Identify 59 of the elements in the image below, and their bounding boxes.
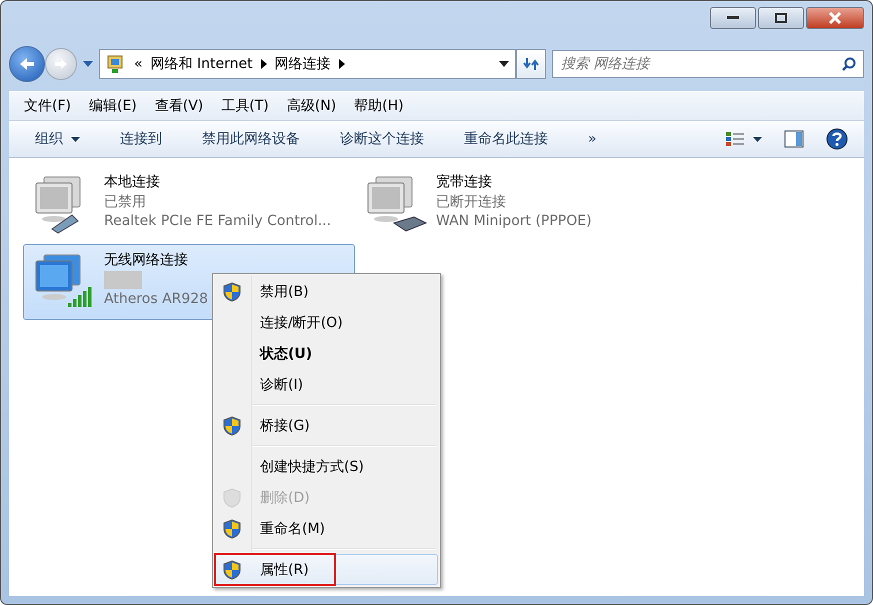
menu-item[interactable]: 高级(N) — [278, 97, 346, 115]
search-field[interactable]: 搜索 网络连接 — [552, 50, 864, 78]
chevron-icon[interactable] — [338, 59, 345, 69]
shield-icon — [223, 518, 241, 538]
minimize-icon — [727, 16, 739, 20]
toolbar-button[interactable]: 组织 — [23, 130, 100, 148]
list-view-icon — [725, 131, 745, 147]
shield-icon — [223, 560, 241, 580]
connection-name: 本地连接 — [104, 173, 161, 191]
shield-icon — [223, 488, 241, 508]
toolbar-button[interactable]: 连接到 — [100, 130, 182, 148]
menu-item[interactable]: 查看(V) — [146, 97, 212, 115]
menu-item[interactable]: 创建快捷方式(S) — [215, 451, 438, 482]
view-options-button[interactable] — [725, 131, 762, 147]
close-button[interactable] — [806, 7, 864, 29]
maximize-button[interactable] — [758, 7, 804, 29]
left-arrow-icon — [18, 56, 36, 72]
caret-icon — [71, 136, 80, 142]
device-name: Atheros AR928 — [104, 291, 208, 307]
caret-icon — [753, 136, 762, 142]
search-icon — [842, 57, 856, 71]
connection-name: 宽带连接 — [436, 173, 493, 191]
toolbar-button[interactable]: 重命名此连接 — [444, 130, 568, 148]
breadcrumb[interactable]: « — [134, 56, 143, 72]
refresh-arrows-icon — [523, 56, 539, 72]
back-button[interactable] — [9, 46, 45, 82]
address-field[interactable]: « 网络和 Internet 网络连接 — [99, 49, 516, 79]
connection-status: 已断开连接 — [436, 193, 507, 211]
menu-item[interactable]: 诊断(I) — [215, 369, 438, 400]
menu-item[interactable]: 文件(F) — [15, 97, 80, 115]
minimize-button[interactable] — [710, 7, 756, 29]
device-name: Realtek PCIe FE Family Control... — [104, 213, 332, 229]
toolbar-button[interactable]: » — [568, 131, 617, 147]
menu-item[interactable]: 桥接(G) — [215, 410, 438, 441]
refresh-button[interactable] — [516, 49, 546, 79]
connection-status: 已禁用 — [104, 193, 147, 211]
connection-item[interactable]: 宽带连接 已断开连接 WAN Miniport (PPPOE) — [355, 166, 685, 242]
toolbar-button[interactable]: 禁用此网络设备 — [182, 130, 320, 148]
menu-item[interactable]: 属性(R) — [215, 554, 438, 585]
breadcrumb[interactable]: 网络和 Internet — [150, 55, 253, 73]
right-arrow-icon — [53, 57, 69, 71]
preview-pane-icon[interactable] — [784, 130, 804, 148]
breadcrumb[interactable]: 网络连接 — [274, 55, 331, 73]
toolbar-button[interactable]: 诊断这个连接 — [320, 130, 444, 148]
maximize-icon — [775, 13, 787, 23]
menu-item[interactable]: 重命名(M) — [215, 513, 438, 544]
shield-icon — [223, 416, 241, 436]
menu-item[interactable]: 状态(U) — [215, 338, 438, 369]
menu-item[interactable]: 工具(T) — [212, 97, 278, 115]
connection-item[interactable]: 本地连接 已禁用 Realtek PCIe FE Family Control... — [23, 166, 355, 242]
shield-icon — [223, 282, 241, 302]
help-icon[interactable] — [826, 128, 848, 150]
menu-item[interactable]: 帮助(H) — [345, 97, 413, 115]
close-icon — [828, 12, 842, 24]
caret-icon[interactable] — [499, 61, 509, 67]
connection-name: 无线网络连接 — [104, 251, 189, 269]
menu-item[interactable]: 编辑(E) — [80, 97, 146, 115]
chevron-icon[interactable] — [260, 59, 267, 69]
device-name: WAN Miniport (PPPOE) — [436, 213, 592, 229]
